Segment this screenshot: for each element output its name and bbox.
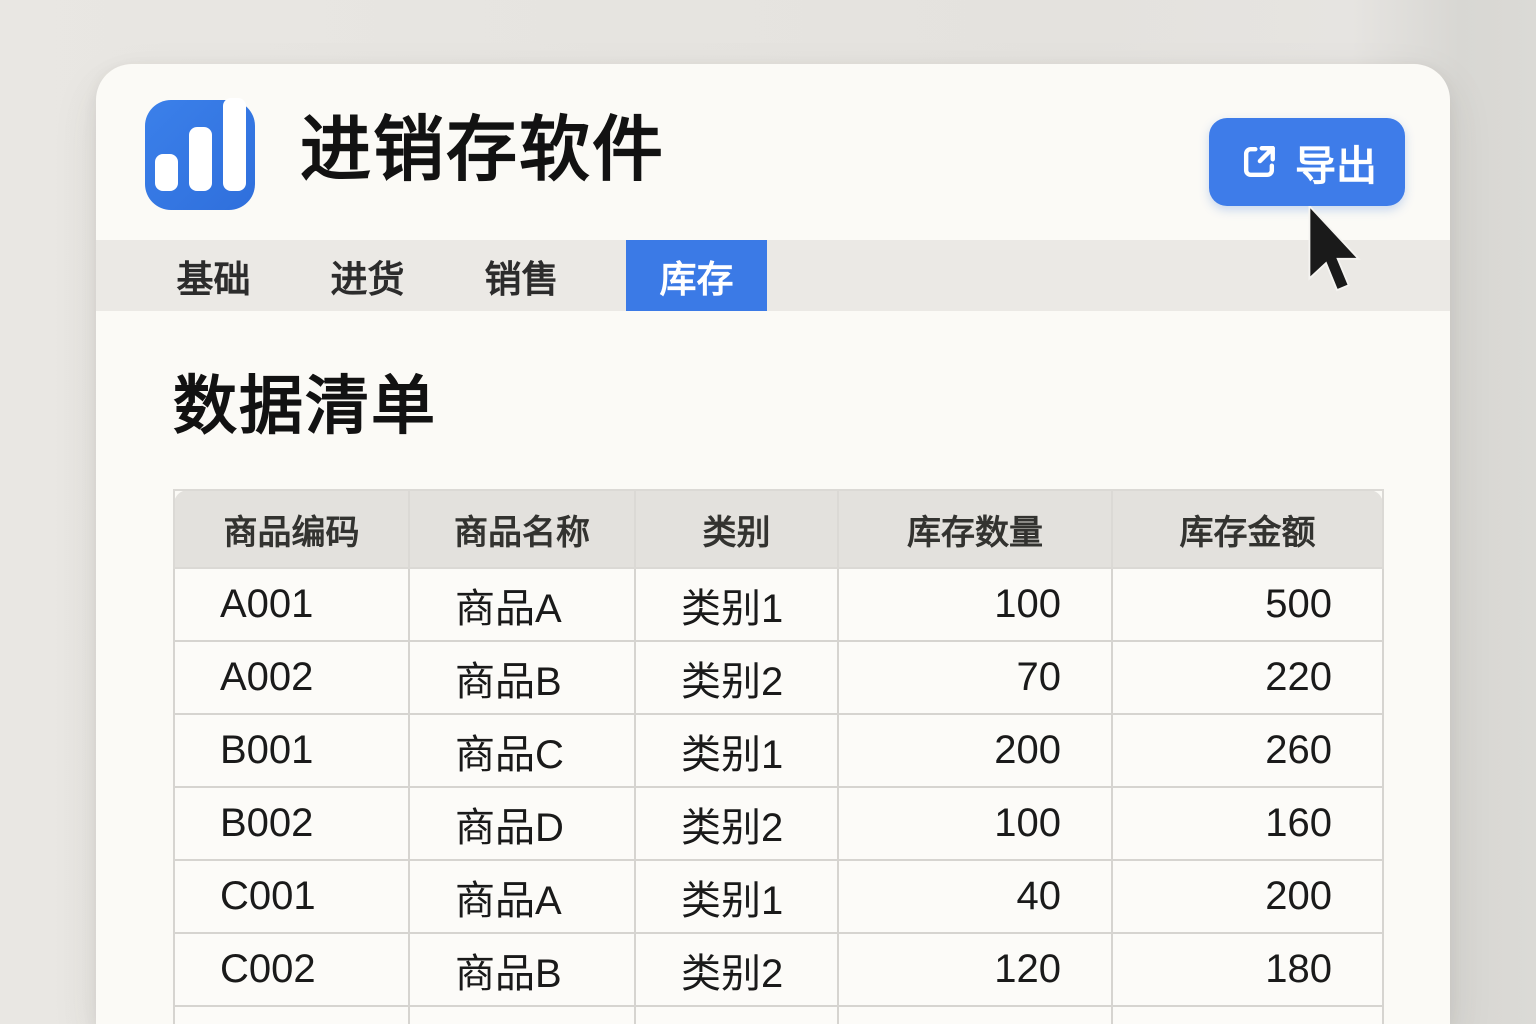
- table-cell: 70: [837, 640, 1113, 715]
- table-cell: 260: [1111, 713, 1384, 788]
- app-title: 进销存软件: [300, 110, 666, 190]
- column-header: 库存数量: [837, 489, 1113, 569]
- table-cell: 类别1: [634, 567, 839, 642]
- tab-inventory[interactable]: 库存: [626, 240, 767, 311]
- table-cell: B002: [173, 786, 410, 861]
- table-body: A001 商品A 类别1 100 500 A002 商品B 类别2 70 220 B001 商品C 类别…: [173, 567, 1384, 1024]
- table-cell: 商品A: [408, 567, 636, 642]
- table-cell: A002: [173, 640, 410, 715]
- table-cell: B001: [173, 713, 410, 788]
- logo-bar-medium: [188, 127, 212, 191]
- table-cell: 200: [1111, 859, 1384, 934]
- table-row: B002 商品D 类别2 100 160: [173, 786, 1384, 861]
- table-cell: 商品D: [408, 786, 636, 861]
- column-header: 商品名称: [408, 489, 636, 569]
- table-cell: 180: [1111, 932, 1384, 1007]
- logo-bar-tall: [222, 98, 246, 191]
- bar-chart-icon: [145, 98, 255, 210]
- table-cell: 类别2: [634, 932, 839, 1007]
- export-button-label: 导出: [1295, 143, 1377, 189]
- table-row: A002 商品B 类别2 70 220: [173, 640, 1384, 715]
- table-cell: 商品B: [408, 640, 636, 715]
- table-cell: 220: [1111, 640, 1384, 715]
- table-cell: 100: [837, 567, 1113, 642]
- table-cell: 类别1: [634, 713, 839, 788]
- table-cell: 500: [1111, 567, 1384, 642]
- table-cell: 100: [837, 786, 1113, 861]
- export-icon: [1243, 146, 1275, 178]
- table-header-row: 商品编码 商品名称 类别 库存数量 库存金额: [173, 489, 1384, 569]
- tab-sales[interactable]: 销售: [451, 240, 592, 311]
- table-row: C001 商品A 类别1 40 200: [173, 859, 1384, 934]
- table-cell: 120: [837, 932, 1113, 1007]
- tab-bar: 基础 进货 销售 库存: [96, 240, 1450, 311]
- table-cell: 类别2: [634, 786, 839, 861]
- column-header: 类别: [634, 489, 839, 569]
- table-cell: 200: [837, 713, 1113, 788]
- table-cell: 60: [837, 1005, 1113, 1024]
- export-button[interactable]: 导出: [1209, 118, 1405, 206]
- table-cell: A001: [173, 567, 410, 642]
- table-cell: 商品A: [408, 859, 636, 934]
- table-cell: 40: [837, 859, 1113, 934]
- section-title: 数据清单: [173, 370, 437, 442]
- table-cell: 商品C: [408, 713, 636, 788]
- app-window: 进销存软件 导出 基础 进货 销售 库存 数据清单 商品编码 商品名称 类别 库存数量 库存金…: [96, 64, 1450, 1024]
- table-row: C002 商品B 类别2 120 180: [173, 932, 1384, 1007]
- table-cell: C002: [173, 932, 410, 1007]
- column-header: 库存金额: [1111, 489, 1384, 569]
- logo-bar-small: [154, 154, 178, 191]
- table-row: C003商品C类别260400: [173, 1005, 1384, 1024]
- table-cell: 类别2: [634, 1005, 839, 1024]
- tab-basic[interactable]: 基础: [143, 240, 284, 311]
- table-row: A001 商品A 类别1 100 500: [173, 567, 1384, 642]
- table-cell: 类别2: [634, 640, 839, 715]
- main-content: 数据清单 商品编码 商品名称 类别 库存数量 库存金额 A001 商品A 类别1 100 500…: [96, 311, 1450, 1024]
- table-cell: 160: [1111, 786, 1384, 861]
- table-cell: C003: [173, 1005, 410, 1024]
- desktop-background: { "app": { "title": "进销存软件", "logo_icon"…: [0, 0, 1536, 1024]
- inventory-table: 商品编码 商品名称 类别 库存数量 库存金额 A001 商品A 类别1 100 500 A002 商…: [173, 489, 1384, 1024]
- column-header: 商品编码: [173, 489, 410, 569]
- app-header: 进销存软件 导出: [96, 64, 1450, 240]
- table-cell: 400: [1111, 1005, 1384, 1024]
- table-cell: 类别1: [634, 859, 839, 934]
- table-cell: 商品B: [408, 932, 636, 1007]
- tab-purchase[interactable]: 进货: [297, 240, 438, 311]
- table-cell: 商品C: [408, 1005, 636, 1024]
- table-row: B001 商品C 类别1 200 260: [173, 713, 1384, 788]
- table-cell: C001: [173, 859, 410, 934]
